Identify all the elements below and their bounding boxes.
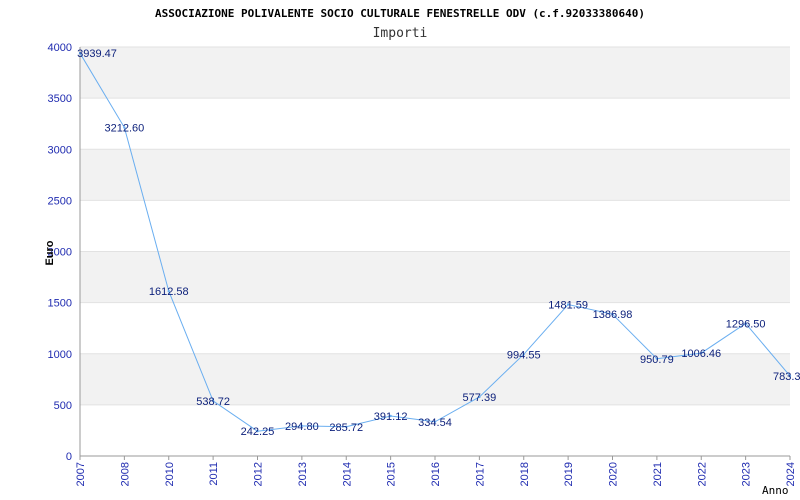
- line-chart: ASSOCIAZIONE POLIVALENTE SOCIO CULTURALE…: [44, 7, 800, 497]
- data-label: 1296.50: [726, 318, 766, 330]
- grid-band: [80, 353, 790, 405]
- y-axis-label: Euro: [44, 240, 56, 265]
- x-tick-label: 2013: [297, 462, 309, 486]
- data-label: 3939.47: [77, 48, 117, 60]
- x-tick-label: 2016: [430, 462, 442, 486]
- x-tick-label: 2019: [563, 462, 575, 486]
- x-tick-label: 2020: [608, 462, 620, 486]
- x-tick-label: 2008: [119, 462, 131, 486]
- x-tick-label: 2007: [75, 462, 87, 486]
- y-tick-label: 3500: [48, 93, 72, 105]
- data-label: 285.72: [329, 422, 363, 434]
- y-tick-label: 500: [54, 400, 72, 412]
- x-axis: 2007 2008 2010 2011 2012 2013 2014 2015 2016 2017…: [75, 455, 797, 486]
- x-axis-label: Anno: [762, 484, 789, 497]
- grid-band: [80, 302, 790, 354]
- x-tick-label: 2017: [474, 462, 486, 486]
- x-tick-label: 2010: [164, 462, 176, 486]
- x-tick-label: 2015: [386, 462, 398, 486]
- grid-band: [80, 98, 790, 150]
- data-label: 294.80: [285, 421, 319, 433]
- y-tick-label: 1000: [48, 349, 72, 361]
- grid-band: [80, 149, 790, 201]
- grid-band: [80, 404, 790, 456]
- chart-subtitle: Importi: [373, 26, 428, 41]
- data-label: 1481.59: [548, 300, 588, 312]
- y-tick-label: 0: [66, 451, 72, 463]
- y-tick-label: 4000: [48, 42, 72, 54]
- x-tick-label: 2024: [785, 462, 797, 486]
- chart-title: ASSOCIAZIONE POLIVALENTE SOCIO CULTURALE…: [155, 7, 645, 20]
- data-label: 577.39: [463, 392, 497, 404]
- data-label: 1612.58: [149, 286, 189, 298]
- data-label: 1386.98: [593, 309, 633, 321]
- y-tick-label: 3000: [48, 144, 72, 156]
- x-tick-label: 2023: [741, 462, 753, 486]
- grid-bands: [80, 46, 790, 457]
- x-tick-label: 2022: [696, 462, 708, 486]
- data-label: 950.79: [640, 354, 674, 366]
- y-tick-label: 2500: [48, 195, 72, 207]
- data-label: 1006.46: [681, 348, 721, 360]
- x-tick-label: 2018: [519, 462, 531, 486]
- grid-band: [80, 200, 790, 252]
- data-label: 994.55: [507, 349, 541, 361]
- x-tick-label: 2011: [208, 462, 220, 486]
- data-label: 3212.60: [104, 123, 144, 135]
- y-tick-label: 1500: [48, 298, 72, 310]
- data-label: 242.25: [241, 426, 275, 438]
- x-tick-label: 2014: [341, 462, 353, 486]
- grid-band: [80, 47, 790, 99]
- data-label: 334.54: [418, 417, 452, 429]
- data-label: 391.12: [374, 411, 408, 423]
- x-tick-label: 2012: [253, 462, 265, 486]
- data-label: 783.3: [773, 371, 800, 383]
- data-label: 538.72: [196, 396, 230, 408]
- x-tick-label: 2021: [652, 462, 664, 486]
